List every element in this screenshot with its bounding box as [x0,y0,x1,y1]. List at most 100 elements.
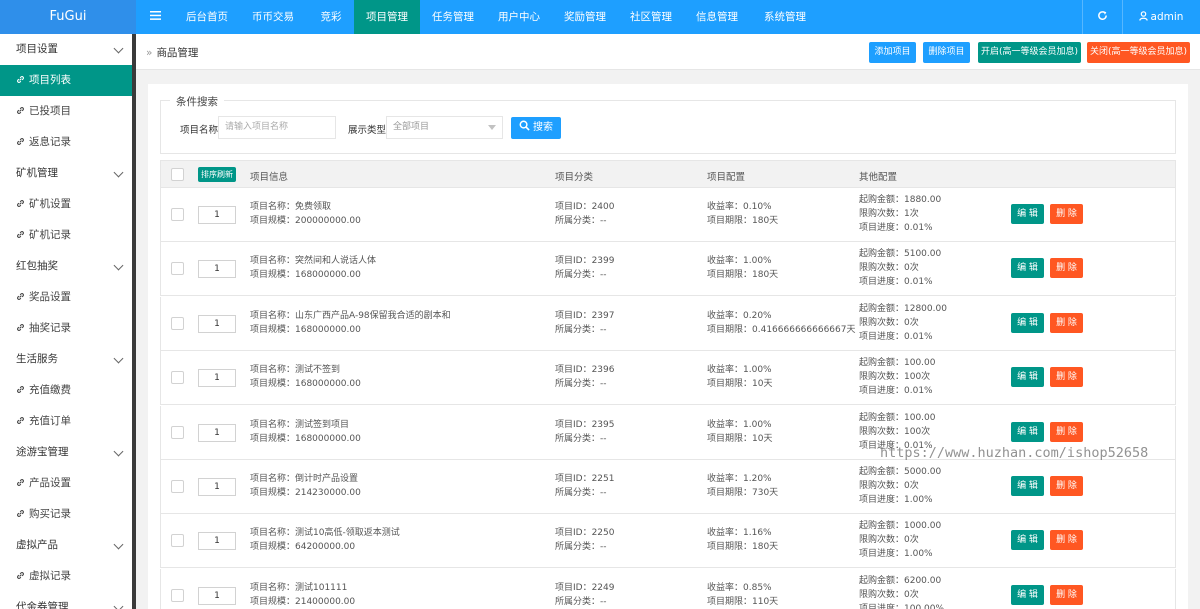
nav-divider [1122,0,1123,34]
sort-order-input[interactable]: 1 [198,260,236,279]
project-period: 项目期限：180天 [707,270,779,281]
nav-item-tasks[interactable]: 任务管理 [420,0,486,34]
nav-item-info[interactable]: 信息管理 [684,0,750,34]
purchase-limit: 限购次数：1次 [859,209,919,219]
nav-item-lottery[interactable]: 竞彩 [306,0,356,34]
sidebar-group-vouchers[interactable]: 代金券管理 [0,592,132,609]
project-rate: 收益率：0.10% [707,202,772,212]
row-checkbox[interactable] [171,208,184,221]
sidebar-item-label: 矿机设置 [29,198,71,210]
nav-divider [1082,0,1083,34]
sidebar-item-interest-records[interactable]: 返息记录 [0,127,132,158]
sidebar-item-recharge[interactable]: 充值缴费 [0,375,132,406]
display-type-select[interactable]: 全部项目 [386,116,503,139]
sort-order-input[interactable]: 1 [198,478,236,496]
user-menu[interactable]: admin [1128,0,1194,34]
row-checkbox[interactable] [171,425,184,439]
sidebar-item-project-list[interactable]: 项目列表 [0,65,132,96]
search-button-label: 搜索 [533,122,553,133]
edit-button[interactable]: 编 辑 [1011,367,1044,388]
edit-button[interactable]: 编 辑 [1011,530,1044,551]
sidebar-item-label: 矿机管理 [16,167,58,179]
sidebar-item-prize-settings[interactable]: 奖品设置 [0,282,132,313]
sidebar-group-miner[interactable]: 矿机管理 [0,158,132,189]
delete-button[interactable]: 删 除 [1050,476,1083,496]
app-logo[interactable]: FuGui [0,0,136,34]
sidebar-item-purchase-records[interactable]: 购买记录 [0,499,132,530]
min-amount: 起购金额：12800.00 [859,303,947,314]
row-checkbox[interactable] [171,371,184,385]
project-progress: 项目进度：0.01% [859,277,933,288]
project-name-input[interactable]: 请输入项目名称 [218,116,336,139]
nav-item-home[interactable]: 后台首页 [174,0,240,34]
enable-bonus-button[interactable]: 开启(高一等级会员加息) [978,42,1081,63]
sidebar-item-product-settings[interactable]: 产品设置 [0,468,132,499]
delete-project-button[interactable]: 删除项目 [923,42,970,63]
project-scale: 项目规模：200000000.00 [250,216,361,226]
row-checkbox[interactable] [171,262,184,276]
project-id: 项目ID：2400 [555,202,615,212]
sidebar-group-tuyoubao[interactable]: 途游宝管理 [0,437,132,468]
row-checkbox[interactable] [171,480,184,493]
sort-order-input[interactable]: 1 [198,206,236,224]
delete-button[interactable]: 删 除 [1050,584,1083,605]
sidebar-item-invested[interactable]: 已投项目 [0,96,132,127]
search-button[interactable]: 搜索 [511,117,561,139]
nav-item-rewards[interactable]: 奖励管理 [552,0,618,34]
edit-button[interactable]: 编 辑 [1011,421,1044,442]
nav-item-system[interactable]: 系统管理 [750,0,820,34]
select-all-checkbox[interactable] [171,168,184,181]
delete-button[interactable]: 删 除 [1050,204,1083,224]
sort-order-input[interactable]: 1 [198,532,236,551]
nav-item-projects[interactable]: 项目管理 [354,0,420,34]
nav-item-community[interactable]: 社区管理 [618,0,684,34]
table-header: 排序刷新 项目信息 项目分类 项目配置 其他配置 [160,160,1176,188]
sidebar-item-label: 生活服务 [16,353,58,365]
refresh-button[interactable] [1088,0,1116,34]
sidebar-item-recharge-orders[interactable]: 充值订单 [0,406,132,437]
edit-button[interactable]: 编 辑 [1011,312,1044,333]
sidebar-scrollbar[interactable] [132,34,136,609]
menu-toggle-button[interactable] [144,0,166,34]
sidebar-item-miner-records[interactable]: 矿机记录 [0,220,132,251]
add-project-button[interactable]: 添加项目 [869,42,916,63]
sort-order-input[interactable]: 1 [198,314,236,333]
row-checkbox[interactable] [171,588,184,602]
edit-button[interactable]: 编 辑 [1011,476,1044,496]
sidebar-item-label: 奖品设置 [29,291,71,303]
project-name: 项目名称：倒计时产品设置 [250,474,359,484]
row-checkbox[interactable] [171,534,184,548]
delete-button[interactable]: 删 除 [1050,258,1083,279]
row-checkbox[interactable] [171,316,184,330]
sort-order-input[interactable]: 1 [198,423,236,442]
delete-button[interactable]: 删 除 [1050,367,1083,388]
nav-item-users[interactable]: 用户中心 [486,0,552,34]
search-icon [519,120,530,131]
sidebar-item-label: 已投项目 [29,105,71,117]
sort-order-input[interactable]: 1 [198,369,236,388]
column-header-category: 项目分类 [555,172,594,183]
sort-order-input[interactable]: 1 [198,586,236,605]
sidebar-group-lottery[interactable]: 红包抽奖 [0,251,132,282]
link-icon [17,510,24,517]
sidebar-group-virtual-products[interactable]: 虚拟产品 [0,530,132,561]
sidebar-item-miner-settings[interactable]: 矿机设置 [0,189,132,220]
sort-refresh-button[interactable]: 排序刷新 [198,167,236,182]
edit-button[interactable]: 编 辑 [1011,258,1044,279]
disable-bonus-button[interactable]: 关闭(高一等级会员加息) [1087,42,1190,63]
sidebar-item-label: 矿机记录 [29,229,71,241]
page-title: 商品管理 [156,47,199,59]
edit-button[interactable]: 编 辑 [1011,204,1044,224]
sidebar-item-draw-records[interactable]: 抽奖记录 [0,313,132,344]
delete-button[interactable]: 删 除 [1050,530,1083,551]
edit-button[interactable]: 编 辑 [1011,584,1044,605]
delete-button[interactable]: 删 除 [1050,312,1083,333]
nav-item-trade[interactable]: 币币交易 [240,0,306,34]
min-amount: 起购金额：1880.00 [859,195,942,205]
sidebar-item-virtual-records[interactable]: 虚拟记录 [0,561,132,592]
delete-button[interactable]: 删 除 [1050,421,1083,442]
project-name: 项目名称：突然间和人说话人体 [250,256,377,267]
sidebar-group-life-services[interactable]: 生活服务 [0,344,132,375]
purchase-limit: 限购次数：0次 [859,317,919,328]
sidebar-group-project-settings[interactable]: 项目设置 [0,34,132,65]
